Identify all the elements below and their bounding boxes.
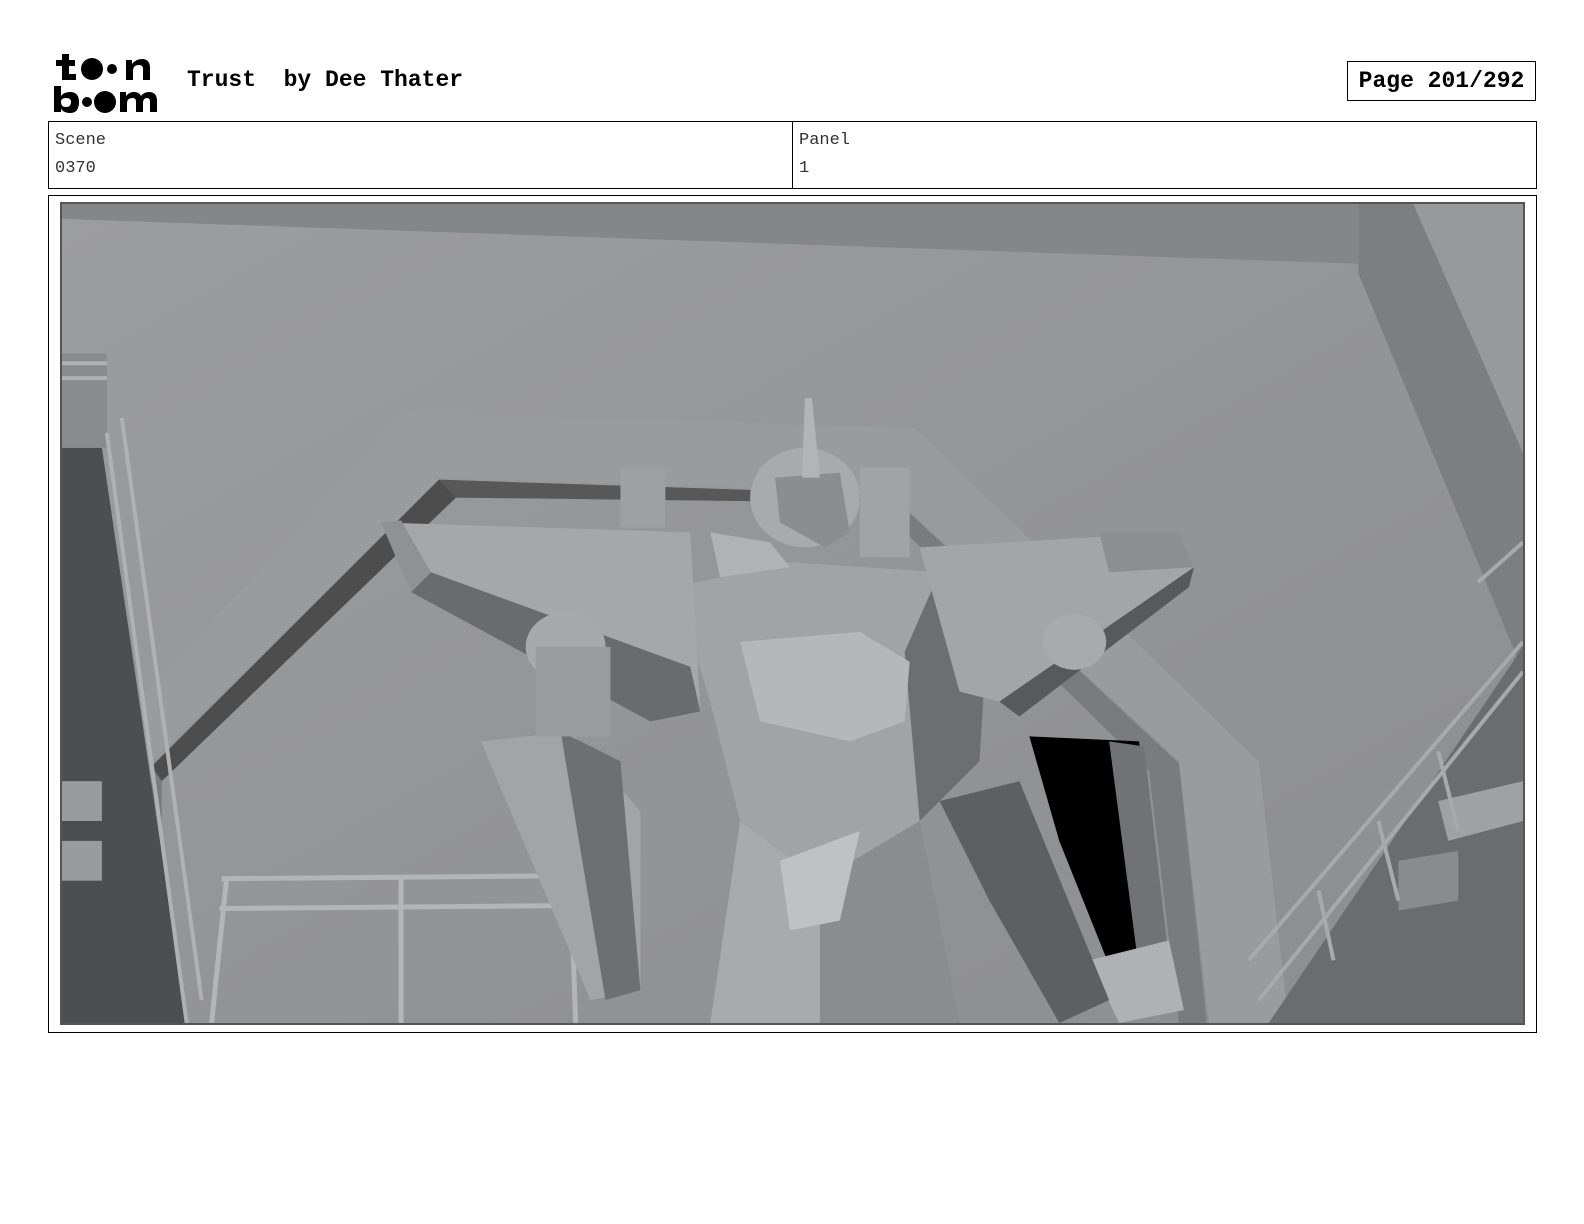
- scene-value: 0370: [55, 159, 96, 178]
- panel-label: Panel: [799, 131, 851, 150]
- scene-panel-table: Scene 0370 Panel 1: [48, 121, 1537, 189]
- scene-cell: Scene 0370: [49, 122, 792, 188]
- robot-hangar-render: [62, 204, 1523, 1023]
- storyboard-panel-image: [60, 202, 1525, 1025]
- document-title: Trust by Dee Thater: [187, 67, 464, 93]
- toonboom-logo: [50, 50, 166, 114]
- panel-value: 1: [799, 159, 810, 178]
- panel-cell: Panel 1: [792, 122, 1536, 188]
- page-number: Page 201/292: [1347, 61, 1536, 101]
- scene-label: Scene: [55, 131, 107, 150]
